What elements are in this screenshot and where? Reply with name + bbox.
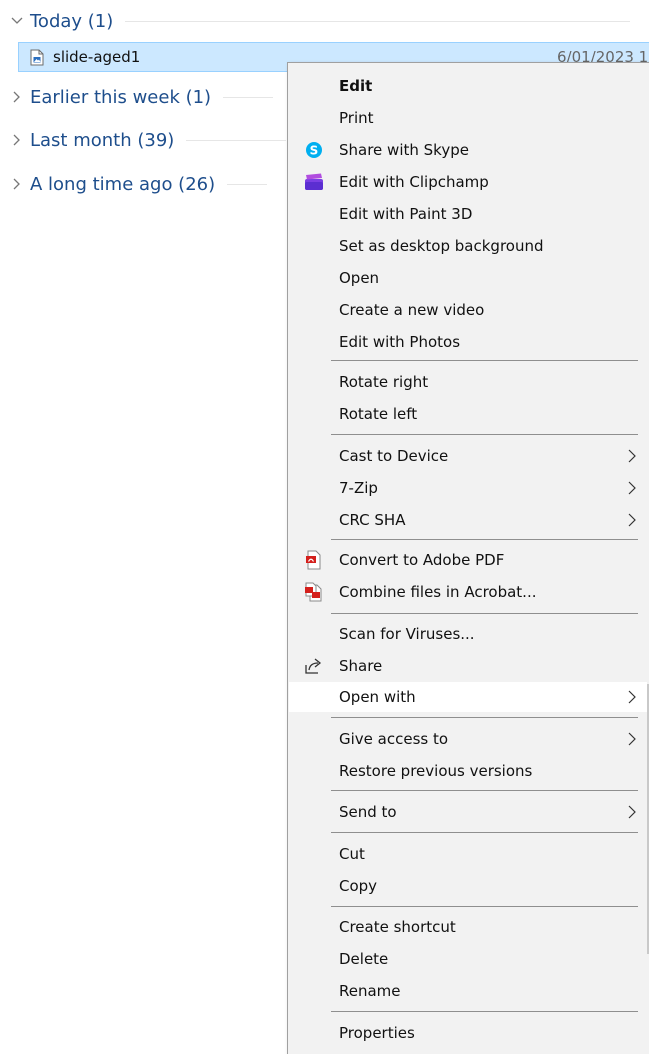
menu-separator — [331, 717, 638, 718]
chevron-right-icon[interactable] — [10, 90, 24, 104]
menu-item-label: Edit with Photos — [339, 333, 461, 351]
menu-item-label: Edit with Paint 3D — [339, 205, 473, 223]
menu-item-label: Properties — [339, 1024, 415, 1042]
group-divider — [186, 139, 287, 141]
menu-item-label: Edit — [339, 77, 373, 95]
skype-icon: S — [304, 140, 324, 160]
menu-separator — [331, 539, 638, 540]
menu-item-label: Open — [339, 269, 380, 287]
menu-item-label: Copy — [339, 877, 378, 895]
group-earlier-this-week[interactable]: Earlier this week (1) — [0, 82, 274, 112]
menu-item-label: Rotate left — [339, 405, 418, 423]
menu-item-share-with-skype[interactable]: S Share with Skype — [289, 135, 647, 165]
menu-item-label: Restore previous versions — [339, 762, 533, 780]
menu-item-edit-with-clipchamp[interactable]: Edit with Clipchamp — [289, 167, 647, 197]
menu-item-edit-with-paint-3d[interactable]: Edit with Paint 3D — [289, 199, 647, 229]
menu-item-rotate-right[interactable]: Rotate right — [289, 367, 647, 397]
group-last-month[interactable]: Last month (39) — [0, 125, 287, 155]
menu-item-properties[interactable]: Properties — [289, 1018, 647, 1048]
acrobat-combine-icon — [304, 582, 324, 602]
clipchamp-icon — [304, 172, 324, 192]
chevron-right-icon — [625, 688, 639, 706]
menu-item-label: Combine files in Acrobat... — [339, 583, 537, 601]
menu-item-label: Rename — [339, 982, 401, 1000]
menu-item-rename[interactable]: Rename — [289, 976, 647, 1006]
menu-separator — [331, 434, 638, 435]
group-label: A long time ago (26) — [30, 173, 216, 195]
menu-item-label: Create shortcut — [339, 918, 456, 936]
svg-text:S: S — [310, 144, 319, 158]
menu-item-label: Print — [339, 109, 374, 127]
menu-separator — [331, 832, 638, 833]
menu-item-scan-for-viruses[interactable]: Scan for Viruses... — [289, 619, 647, 649]
chevron-right-icon[interactable] — [10, 133, 24, 147]
menu-item-label: Open with — [339, 688, 416, 706]
context-menu: Edit Print S Share with Skype Edit with … — [287, 62, 649, 1054]
group-divider — [223, 96, 274, 98]
group-divider — [227, 183, 268, 185]
menu-item-label: Scan for Viruses... — [339, 625, 475, 643]
acrobat-convert-icon — [304, 550, 324, 570]
menu-item-label: Set as desktop background — [339, 237, 544, 255]
chevron-right-icon — [625, 730, 639, 748]
menu-separator — [331, 360, 638, 361]
group-a-long-time-ago[interactable]: A long time ago (26) — [0, 169, 268, 199]
menu-item-share[interactable]: Share — [289, 651, 647, 681]
menu-item-label: Convert to Adobe PDF — [339, 551, 505, 569]
menu-item-label: Send to — [339, 803, 397, 821]
menu-separator — [331, 790, 638, 791]
share-icon — [304, 656, 324, 676]
chevron-right-icon — [625, 479, 639, 497]
menu-item-give-access-to[interactable]: Give access to — [289, 724, 647, 754]
file-name: slide-aged1 — [53, 48, 141, 66]
menu-separator — [331, 906, 638, 907]
group-label: Earlier this week (1) — [30, 86, 212, 108]
menu-item-label: Cut — [339, 845, 365, 863]
menu-item-label: Cast to Device — [339, 447, 449, 465]
group-label: Last month (39) — [30, 129, 175, 151]
menu-separator — [331, 1011, 638, 1012]
menu-item-label: Share — [339, 657, 383, 675]
group-divider — [125, 20, 631, 22]
menu-item-create-shortcut[interactable]: Create shortcut — [289, 912, 647, 942]
menu-item-label: Give access to — [339, 730, 449, 748]
menu-item-combine-files-in-acrobat[interactable]: Combine files in Acrobat... — [289, 577, 647, 607]
menu-separator — [331, 613, 638, 614]
chevron-right-icon — [625, 447, 639, 465]
chevron-right-icon — [625, 511, 639, 529]
menu-item-label: Rotate right — [339, 373, 429, 391]
menu-item-convert-to-adobe-pdf[interactable]: Convert to Adobe PDF — [289, 545, 647, 575]
menu-item-create-a-new-video[interactable]: Create a new video — [289, 295, 647, 325]
group-label: Today (1) — [30, 10, 114, 32]
menu-item-cast-to-device[interactable]: Cast to Device — [289, 441, 647, 471]
menu-item-label: Share with Skype — [339, 141, 469, 159]
chevron-right-icon[interactable] — [10, 177, 24, 191]
menu-item-7-zip[interactable]: 7-Zip — [289, 473, 647, 503]
chevron-right-icon — [625, 803, 639, 821]
menu-item-rotate-left[interactable]: Rotate left — [289, 399, 647, 429]
menu-item-label: 7-Zip — [339, 479, 378, 497]
menu-item-crc-sha[interactable]: CRC SHA — [289, 505, 647, 535]
group-today[interactable]: Today (1) — [0, 6, 631, 36]
menu-item-open[interactable]: Open — [289, 263, 647, 293]
menu-item-label: Delete — [339, 950, 389, 968]
menu-item-label: Create a new video — [339, 301, 485, 319]
menu-item-label: CRC SHA — [339, 511, 406, 529]
menu-item-copy[interactable]: Copy — [289, 871, 647, 901]
menu-item-label: Edit with Clipchamp — [339, 173, 489, 191]
menu-item-print[interactable]: Print — [289, 103, 647, 133]
menu-item-edit-with-photos[interactable]: Edit with Photos — [289, 327, 647, 357]
menu-item-restore-previous-versions[interactable]: Restore previous versions — [289, 756, 647, 786]
chevron-down-icon[interactable] — [10, 14, 24, 28]
menu-item-set-as-desktop-background[interactable]: Set as desktop background — [289, 231, 647, 261]
menu-item-send-to[interactable]: Send to — [289, 797, 647, 827]
menu-item-delete[interactable]: Delete — [289, 944, 647, 974]
menu-item-open-with[interactable]: Open with — [289, 682, 647, 712]
menu-item-edit[interactable]: Edit — [289, 71, 647, 101]
menu-item-cut[interactable]: Cut — [289, 839, 647, 869]
image-file-icon — [29, 48, 45, 66]
